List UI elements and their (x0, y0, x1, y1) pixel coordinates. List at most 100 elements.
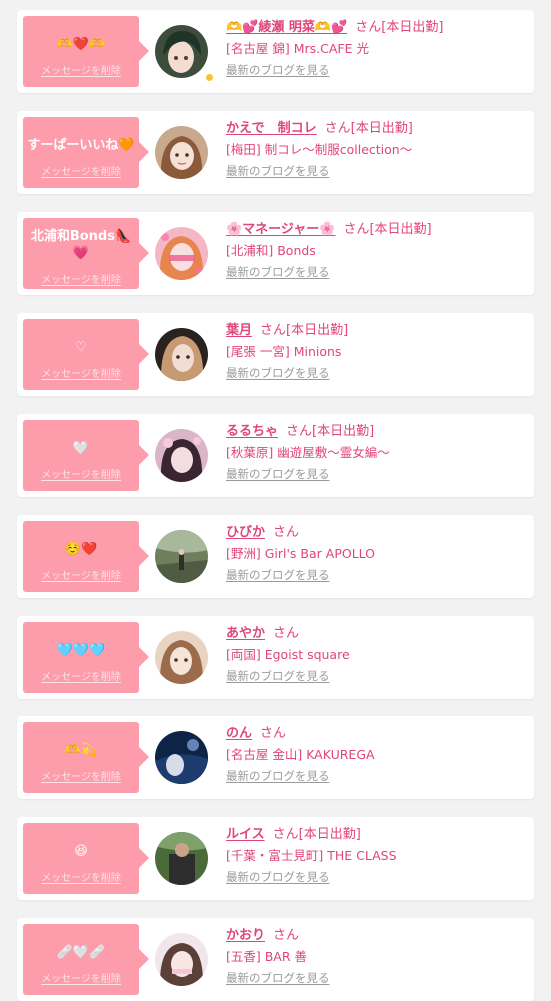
cast-info: ルイス さん[本日出勤] [千葉・富士見町] THE CLASS 最新のブログを見… (226, 825, 526, 885)
on-duty-badge: [本日出勤] (369, 222, 432, 237)
message-bubble: 🩵🩵🩵 メッセージを削除 (23, 622, 149, 693)
message-bubble: 🩹🤍🩹 メッセージを削除 (23, 924, 149, 995)
cast-info: あやか さん [両国] Egoist square 最新のブログを見る (226, 624, 526, 684)
honorific: さん (273, 928, 300, 943)
latest-blog-link[interactable]: 最新のブログを見る (226, 768, 526, 784)
avatar[interactable] (155, 429, 208, 482)
message-bubble: ☺️❤️ メッセージを削除 (23, 521, 149, 592)
message-text: 🩵🩵🩵 (56, 643, 106, 658)
message-card: ☺️❤️ メッセージを削除 ひびか さん [野洲] Girl's Bar APOL… (17, 515, 534, 598)
shop-info: [北浦和] Bonds (226, 243, 316, 258)
delete-message-link[interactable]: メッセージを削除 (23, 567, 139, 582)
shop-info: [両国] Egoist square (226, 647, 350, 662)
avatar[interactable] (155, 631, 208, 684)
latest-blog-link[interactable]: 最新のブログを見る (226, 668, 526, 684)
cast-name-link[interactable]: かおり (226, 928, 265, 943)
cast-info: るるちゃ さん[本日出勤] [秋葉原] 幽遊屋敷〜霊女編〜 最新のブログを見る (226, 422, 526, 482)
cast-name-link[interactable]: ルイス (226, 827, 265, 842)
latest-blog-link[interactable]: 最新のブログを見る (226, 365, 526, 381)
shop-info: [秋葉原] 幽遊屋敷〜霊女編〜 (226, 445, 390, 460)
delete-message-link[interactable]: メッセージを削除 (23, 466, 139, 481)
honorific: さん (286, 424, 313, 439)
avatar[interactable] (155, 126, 208, 179)
message-card: 🤍 メッセージを削除 るるちゃ さん[本日出勤] [秋葉原] 幽遊屋敷〜霊女編〜 … (17, 414, 534, 497)
on-duty-badge: [本日出勤] (298, 827, 361, 842)
message-bubble: ♡ メッセージを削除 (23, 319, 149, 390)
cast-name-link[interactable]: 葉月 (226, 323, 252, 338)
shop-info: [五香] BAR 善 (226, 949, 308, 964)
message-list: 🫶❤️🫶 メッセージを削除 🫶💕綾瀬 明菜🫶💕 さん[本日出勤] [名古屋 錦] … (0, 0, 551, 1001)
delete-message-link[interactable]: メッセージを削除 (23, 768, 139, 783)
honorific: さん (355, 20, 382, 35)
avatar[interactable] (155, 731, 208, 784)
honorific: さん (260, 323, 287, 338)
latest-blog-link[interactable]: 最新のブログを見る (226, 970, 526, 986)
message-card: 🩵🩵🩵 メッセージを削除 あやか さん [両国] Egoist square 最新… (17, 616, 534, 699)
avatar[interactable] (155, 530, 208, 583)
cast-info: 🫶💕綾瀬 明菜🫶💕 さん[本日出勤] [名古屋 錦] Mrs.CAFE 光 最新の… (226, 18, 526, 78)
cast-name-link[interactable]: あやか (226, 626, 265, 641)
on-duty-badge: [本日出勤] (381, 20, 444, 35)
latest-blog-link[interactable]: 最新のブログを見る (226, 62, 526, 78)
message-text: ☺️❤️ (64, 542, 98, 557)
latest-blog-link[interactable]: 最新のブログを見る (226, 869, 526, 885)
delete-message-link[interactable]: メッセージを削除 (23, 62, 139, 77)
message-text: 😆 (74, 844, 88, 859)
avatar[interactable] (155, 25, 208, 78)
cast-name-link[interactable]: のん (226, 726, 252, 741)
message-card: 🩹🤍🩹 メッセージを削除 かおり さん [五香] BAR 善 最新のブログを見る (17, 918, 534, 1001)
online-status-dot (205, 73, 214, 82)
delete-message-link[interactable]: メッセージを削除 (23, 163, 139, 178)
message-text: 北浦和Bonds👠💗 (30, 229, 132, 261)
cast-info: のん さん [名古屋 金山] KAKUREGA 最新のブログを見る (226, 724, 526, 784)
message-text: ♡ (75, 340, 87, 355)
shop-info: [梅田] 制コレ〜制服collection〜 (226, 142, 413, 157)
honorific: さん (260, 726, 287, 741)
delete-message-link[interactable]: メッセージを削除 (23, 365, 139, 380)
message-bubble: 🫶❤️🫶 メッセージを削除 (23, 16, 149, 87)
cast-info: かえで 制コレ さん[本日出勤] [梅田] 制コレ〜制服collection〜 最… (226, 119, 526, 179)
avatar[interactable] (155, 933, 208, 986)
message-bubble: 😆 メッセージを削除 (23, 823, 149, 894)
shop-info: [名古屋 錦] Mrs.CAFE 光 (226, 41, 369, 56)
delete-message-link[interactable]: メッセージを削除 (23, 869, 139, 884)
avatar[interactable] (155, 832, 208, 885)
message-bubble: すーぱーいいね🧡 メッセージを削除 (23, 117, 149, 188)
latest-blog-link[interactable]: 最新のブログを見る (226, 567, 526, 583)
honorific: さん (273, 626, 300, 641)
delete-message-link[interactable]: メッセージを削除 (23, 668, 139, 683)
message-text: 🩹🤍🩹 (56, 945, 106, 960)
message-card: すーぱーいいね🧡 メッセージを削除 かえで 制コレ さん[本日出勤] [梅田] 制… (17, 111, 534, 194)
message-bubble: 🤍 メッセージを削除 (23, 420, 149, 491)
message-bubble: 🫶💫 メッセージを削除 (23, 722, 149, 793)
message-card: 北浦和Bonds👠💗 メッセージを削除 🌸マネージャー🌸 さん[本日出勤] [北浦… (17, 212, 534, 295)
shop-info: [名古屋 金山] KAKUREGA (226, 747, 375, 762)
on-duty-badge: [本日出勤] (286, 323, 349, 338)
latest-blog-link[interactable]: 最新のブログを見る (226, 264, 526, 280)
message-card: 🫶❤️🫶 メッセージを削除 🫶💕綾瀬 明菜🫶💕 さん[本日出勤] [名古屋 錦] … (17, 10, 534, 93)
latest-blog-link[interactable]: 最新のブログを見る (226, 163, 526, 179)
latest-blog-link[interactable]: 最新のブログを見る (226, 466, 526, 482)
message-text: 🫶💫 (64, 743, 98, 758)
cast-name-link[interactable]: るるちゃ (226, 424, 278, 439)
avatar[interactable] (155, 227, 208, 280)
cast-name-link[interactable]: 🌸マネージャー🌸 (226, 222, 335, 237)
cast-info: かおり さん [五香] BAR 善 最新のブログを見る (226, 926, 526, 986)
cast-info: ひびか さん [野洲] Girl's Bar APOLLO 最新のブログを見る (226, 523, 526, 583)
cast-info: 🌸マネージャー🌸 さん[本日出勤] [北浦和] Bonds 最新のブログを見る (226, 220, 526, 280)
message-card: 🫶💫 メッセージを削除 のん さん [名古屋 金山] KAKUREGA 最新のブロ… (17, 716, 534, 799)
delete-message-link[interactable]: メッセージを削除 (23, 970, 139, 985)
honorific: さん (324, 121, 351, 136)
avatar[interactable] (155, 328, 208, 381)
shop-info: [千葉・富士見町] THE CLASS (226, 848, 397, 863)
delete-message-link[interactable]: メッセージを削除 (23, 271, 139, 286)
message-card: 😆 メッセージを削除 ルイス さん[本日出勤] [千葉・富士見町] THE CLA… (17, 817, 534, 900)
message-text: 🫶❤️🫶 (56, 37, 106, 52)
message-bubble: 北浦和Bonds👠💗 メッセージを削除 (23, 218, 149, 289)
shop-info: [尾張 一宮] Minions (226, 344, 342, 359)
cast-name-link[interactable]: ひびか (226, 525, 265, 540)
cast-name-link[interactable]: 🫶💕綾瀬 明菜🫶💕 (226, 20, 347, 35)
message-card: ♡ メッセージを削除 葉月 さん[本日出勤] [尾張 一宮] Minions 最新… (17, 313, 534, 396)
message-text: 🤍 (72, 441, 90, 456)
cast-name-link[interactable]: かえで 制コレ (226, 121, 317, 136)
